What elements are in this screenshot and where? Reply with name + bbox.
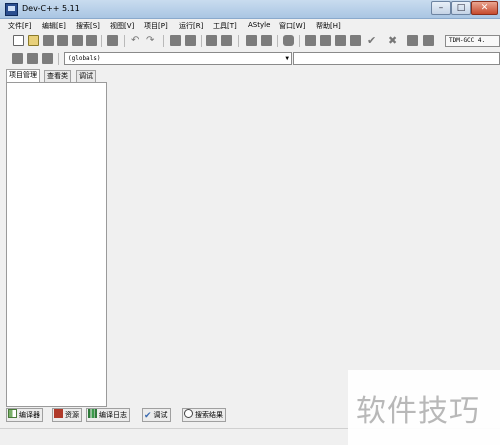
bookmark-icon[interactable] [283,35,294,46]
secondary-toolbar: (globals) ▼ [0,51,500,67]
class-browser-select[interactable]: (globals) ▼ [64,52,292,65]
tab-compile-log-label: 编译日志 [99,411,127,419]
compiler-select[interactable]: TDM-GCC 4. [445,35,500,47]
bar-chart-icon [88,409,97,418]
tab-search-results[interactable]: 搜索结果 [182,408,226,422]
toggle-layout-icon[interactable] [42,53,53,64]
toolbar-separator [101,35,102,47]
check-icon: ✔ [144,411,152,421]
toolbar-separator [58,53,59,65]
redo-icon[interactable]: ↷ [146,35,157,46]
compile-icon[interactable] [305,35,316,46]
tab-search-results-label: 搜索结果 [195,411,223,419]
new-project-icon[interactable] [12,53,23,64]
toolbar-separator [277,35,278,47]
chevron-down-icon: ▼ [285,55,289,62]
menu-help[interactable]: 帮助[H] [316,21,341,31]
toggle-comment-icon[interactable] [261,35,272,46]
tab-resources[interactable]: 资源 [52,408,82,422]
unindent-icon[interactable] [246,35,257,46]
toolbar-separator [124,35,125,47]
toolbar-separator [163,35,164,47]
goto-line-icon[interactable] [206,35,217,46]
maximize-button[interactable]: □ [451,1,471,15]
new-file-icon[interactable] [13,35,24,46]
minimize-button[interactable]: – [431,1,451,15]
menu-tools[interactable]: 工具[T] [213,21,237,31]
tab-project-manager[interactable]: 项目管理 [6,69,40,82]
tab-debug[interactable]: 调试 [76,70,96,82]
run-icon[interactable] [320,35,331,46]
project-panel[interactable] [6,82,107,407]
save-all-icon[interactable] [57,35,68,46]
indent-icon[interactable] [221,35,232,46]
tab-compiler-label: 编译器 [19,411,40,419]
menu-edit[interactable]: 编辑[E] [42,21,66,31]
menu-run[interactable]: 运行[R] [179,21,203,31]
profile-icon[interactable] [407,35,418,46]
menu-search[interactable]: 搜索[S] [76,21,100,31]
toolbar-separator [201,35,202,47]
stop-execution-icon[interactable]: ✖ [388,35,399,46]
syntax-check-icon[interactable]: ✔ [367,35,378,46]
rebuild-all-icon[interactable] [350,35,361,46]
delete-profile-icon[interactable] [423,35,434,46]
tab-class-view[interactable]: 查看类 [44,70,71,82]
tab-compiler[interactable]: 编译器 [6,408,43,422]
insert-code-icon[interactable] [27,53,38,64]
open-file-icon[interactable] [28,35,39,46]
title-bar: Dev-C++ 5.11 – □ ✕ [0,0,500,19]
toolbar-separator [238,35,239,47]
close-file-icon[interactable] [72,35,83,46]
menu-file[interactable]: 文件[F] [8,21,32,31]
find-icon[interactable] [170,35,181,46]
resources-icon [54,409,63,418]
menu-project[interactable]: 项目[P] [144,21,168,31]
menu-astyle[interactable]: AStyle [248,21,270,29]
save-icon[interactable] [43,35,54,46]
search-icon [184,409,193,418]
toolbar-separator [299,35,300,47]
close-all-icon[interactable] [86,35,97,46]
replace-icon[interactable] [185,35,196,46]
watermark-text: 软件技巧 [356,394,480,429]
menu-window[interactable]: 窗口[W] [279,21,305,31]
tab-debug-output[interactable]: ✔ 调试 [142,408,171,422]
tab-compile-log[interactable]: 编译日志 [86,408,130,422]
tab-debug-output-label: 调试 [153,411,168,419]
devcpp-app-icon [5,3,18,16]
print-icon[interactable] [107,35,118,46]
close-button[interactable]: ✕ [471,1,498,15]
globals-value: (globals) [68,55,101,62]
main-toolbar: ↶ ↷ ✔ ✖ TDM-GCC 4. [0,32,500,49]
tab-resources-label: 资源 [65,411,79,419]
watermark: 软件技巧 [348,370,500,445]
compile-run-icon[interactable] [335,35,346,46]
window-title: Dev-C++ 5.11 [22,4,80,13]
compiler-grid-icon [8,409,17,418]
menu-bar: 文件[F] 编辑[E] 搜索[S] 视图[V] 项目[P] 运行[R] 工具[T… [0,19,500,32]
function-select[interactable] [293,52,500,65]
undo-icon[interactable]: ↶ [131,35,142,46]
menu-view[interactable]: 视图[V] [110,21,134,31]
editor-area[interactable] [110,70,500,407]
